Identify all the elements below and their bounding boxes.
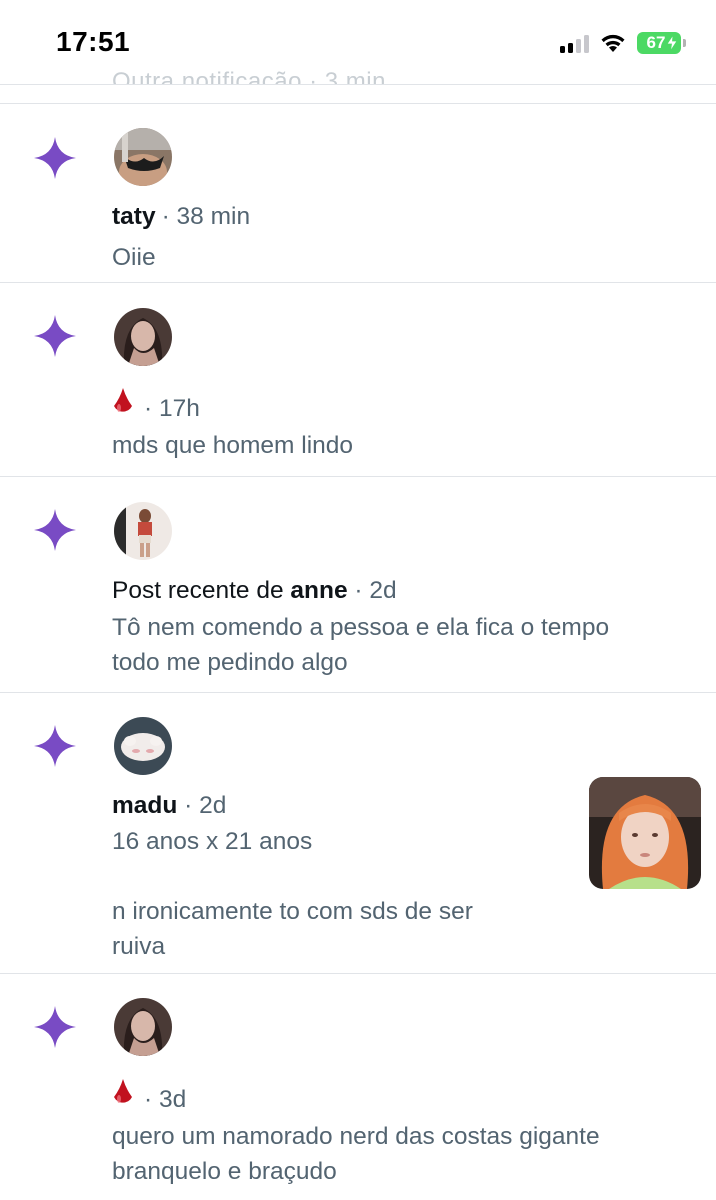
drop-of-blood-emoji	[114, 388, 132, 412]
status-divider	[0, 84, 716, 85]
battery-charging-icon: 67	[637, 32, 686, 54]
timestamp: · 17h	[144, 395, 200, 422]
media-thumbnail[interactable]	[589, 777, 701, 889]
notification-text: Oiie	[112, 244, 156, 271]
notification-item[interactable]: · 3d quero um namorado nerd das costas g…	[0, 974, 716, 1200]
username[interactable]: taty	[112, 203, 156, 230]
status-time: 17:51	[56, 26, 131, 57]
notification-header: taty · 38 min	[112, 200, 250, 234]
battery-level: 67	[646, 33, 666, 52]
timestamp: · 3d	[144, 1086, 187, 1113]
drop-of-blood-emoji	[114, 1079, 132, 1103]
notification-text: Tô nem comendo a pessoa e ela fica o tem…	[112, 614, 610, 676]
sparkle-icon	[34, 1006, 76, 1048]
status-icons: 67	[560, 30, 686, 56]
clipped-previous-notification: Outra notificação · 3 min	[112, 68, 386, 84]
sparkle-icon	[34, 137, 76, 179]
timestamp: · 38 min	[161, 203, 251, 230]
timestamp: · 2d	[347, 577, 397, 604]
post-prefix: Post recente de	[112, 577, 291, 604]
avatar[interactable]	[114, 128, 172, 186]
notification-item[interactable]: madu · 2d 16 anos x 21 anos n ironicamen…	[0, 693, 716, 973]
notification-item[interactable]: Post recente de anne · 2d Tô nem comendo…	[0, 477, 716, 692]
notification-text: mds que homem lindo	[112, 432, 354, 459]
notification-header: Post recente de anne · 2d	[112, 574, 397, 608]
sparkle-icon	[34, 725, 76, 767]
cellular-signal-icon	[560, 33, 589, 53]
timestamp: · 2d	[177, 792, 227, 819]
avatar[interactable]	[114, 502, 172, 560]
avatar[interactable]	[114, 717, 172, 775]
notification-item[interactable]: taty · 38 min Oiie	[0, 104, 716, 282]
username[interactable]: anne	[290, 577, 347, 604]
notification-item[interactable]: · 17h mds que homem lindo	[0, 283, 716, 476]
sparkle-icon	[34, 509, 76, 551]
notification-header: madu · 2d	[112, 789, 226, 823]
sparkle-icon	[34, 315, 76, 357]
notification-text: quero um namorado nerd das costas gigant…	[112, 1123, 600, 1185]
wifi-icon	[601, 34, 625, 52]
avatar[interactable]	[114, 998, 172, 1056]
avatar[interactable]	[114, 308, 172, 366]
notification-header: · 17h	[112, 388, 200, 426]
notification-header: · 3d	[112, 1079, 186, 1117]
username[interactable]: madu	[112, 792, 177, 819]
notification-text: 16 anos x 21 anos n ironicamente to com …	[112, 828, 473, 960]
